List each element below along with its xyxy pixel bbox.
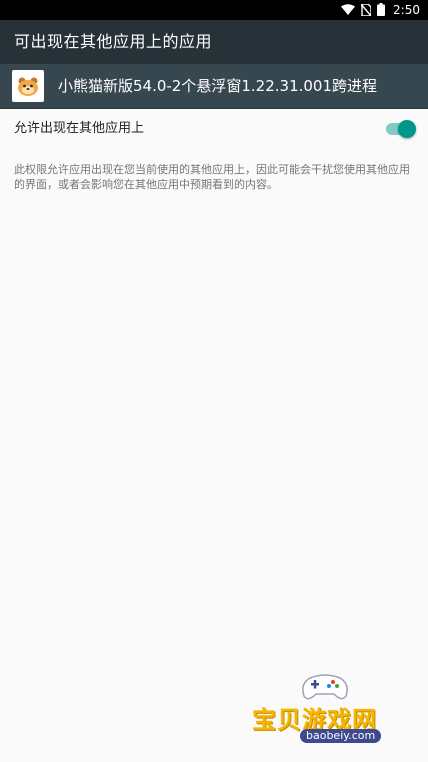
permission-description: 此权限允许应用出现在您当前使用的其他应用上，因此可能会干扰您使用其他应用的界面，… [14, 163, 410, 191]
permission-toggle-row[interactable]: 允许出现在其他应用上 [0, 108, 428, 150]
switch-thumb [398, 120, 416, 138]
battery-icon [377, 1, 386, 20]
no-sim-icon [360, 1, 372, 20]
gamepad-icon [302, 674, 348, 700]
bear-cat-app-icon [12, 70, 44, 102]
permission-toggle-label: 允许出现在其他应用上 [14, 121, 145, 136]
status-bar: 2:50 [0, 0, 428, 20]
watermark: 宝贝游戏网 baobeiy.com [240, 660, 410, 755]
status-icons: 2:50 [341, 0, 420, 20]
app-bar: 可出现在其他应用上的应用 [0, 20, 428, 64]
wifi-icon [341, 1, 356, 20]
status-time: 2:50 [393, 3, 420, 17]
page-title: 可出现在其他应用上的应用 [14, 32, 213, 51]
watermark-url: baobeiy.com [300, 729, 382, 743]
app-header: 小熊猫新版54.0-2个悬浮窗1.22.31.001跨进程 [0, 64, 428, 109]
permission-switch[interactable] [384, 120, 416, 138]
app-name: 小熊猫新版54.0-2个悬浮窗1.22.31.001跨进程 [58, 77, 378, 95]
